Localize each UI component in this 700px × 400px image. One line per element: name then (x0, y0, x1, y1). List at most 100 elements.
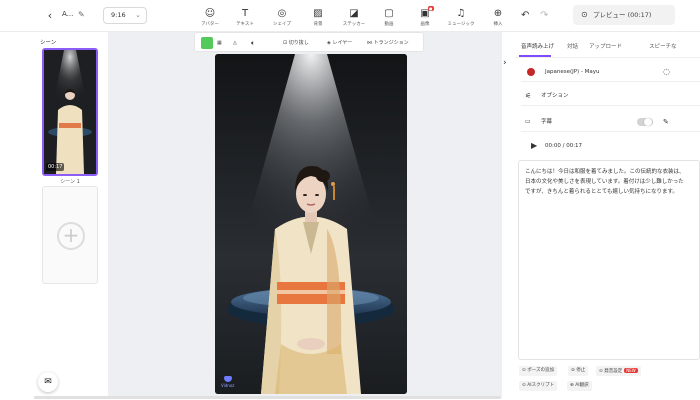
tool-text[interactable]: T テキスト (228, 8, 262, 27)
tab-dialogue[interactable]: 対話 (567, 42, 578, 50)
add-scene-button[interactable]: + (42, 186, 98, 284)
scene-label: シーン 1 (60, 179, 80, 185)
options-label: オプション (541, 93, 569, 99)
tool-label: ステッカー (342, 22, 366, 27)
tab-upload[interactable]: アップロード (589, 42, 622, 50)
pattern-icon[interactable]: ▦ (217, 33, 222, 53)
more-icon[interactable]: ◌ (663, 62, 670, 82)
new-badge: NEW (624, 368, 638, 373)
canvas-toolbar: ▦ ◬ 🔈︎ ⊡ 切り抜し ◈ レイヤー ⋈ トランジション (194, 32, 424, 52)
layer-label: レイヤー (332, 40, 353, 46)
tool-label: テキスト (236, 22, 254, 27)
play-icon[interactable]: ▶ (531, 136, 537, 156)
audio-time: 00:00 / 00:17 (545, 143, 583, 149)
stop-button[interactable]: ⊘ 停止 (568, 366, 589, 376)
voice-name: Japanese(JP) - Mayu (545, 69, 600, 75)
video-icon: ▢ (384, 8, 394, 19)
aspect-ratio-select[interactable]: 9:16 ⌄ (103, 7, 147, 24)
insert-icon: ⊕ (493, 8, 503, 19)
tool-insert[interactable]: ⊕ 挿入 (481, 8, 515, 27)
crop-label: 切り抜し (288, 40, 309, 46)
subtitles-label: 字幕 (541, 119, 553, 125)
transition-label: トランジション (373, 40, 409, 46)
collapse-panel-icon[interactable]: › (503, 58, 507, 68)
stop-label: 停止 (576, 368, 586, 373)
voice-tabs: 音声読み上げ 対話 アップロード スピーチな (515, 38, 700, 58)
horizontal-scrollbar[interactable] (34, 396, 501, 399)
preview-button[interactable]: ⊙ プレビュー (00:17) (573, 5, 675, 25)
scene-duration: 00:17 (46, 163, 65, 171)
play-circle-icon: ⊙ (581, 10, 588, 19)
avatar-preview-image (215, 54, 407, 394)
layer-tool[interactable]: ◈ レイヤー (327, 33, 352, 53)
video-editor: ‹ A... ✎ 9:16 ⌄ ☺ アバター T テキスト ◎ シェイプ ▨ 背… (0, 0, 700, 400)
chevron-down-icon: ⌄ (135, 11, 141, 19)
active-tab-indicator (519, 55, 551, 57)
text-icon: T (241, 8, 249, 19)
music-icon: ♫ (456, 8, 466, 19)
tool-label: ミュージック (447, 22, 475, 27)
script-text: こんにちは！今日は和服を着てみました。この伝統的な衣装は、日本の文化や美しさを表… (525, 169, 685, 195)
watermark-text: Vidnoz (221, 383, 235, 388)
tool-label: 挿入 (493, 22, 503, 27)
tool-avatar[interactable]: ☺ アバター (193, 8, 227, 27)
japan-flag-icon (527, 68, 535, 76)
voice-select[interactable]: Japanese(JP) - Mayu ◌ (521, 62, 700, 82)
tool-shapes[interactable]: ◎ シェイプ (265, 8, 299, 27)
ai-translate-button[interactable]: ⊕ AI翻訳 (567, 381, 592, 391)
pronunciation-button[interactable]: ⊙ 発音設定 NEW (596, 366, 641, 376)
add-pause-label: ポーズの追加 (527, 368, 554, 373)
tool-background[interactable]: ▨ 背景 (301, 8, 335, 27)
scene-thumbnail-image (44, 50, 96, 174)
tool-music[interactable]: ♫ ミュージック (444, 8, 478, 27)
ai-script-label: AIスクリプト (527, 383, 555, 388)
project-title[interactable]: A... (62, 10, 73, 18)
tool-label: シェイプ (273, 22, 291, 27)
tool-label: アバター (201, 22, 219, 27)
sliders-icon: ⚟ (525, 92, 532, 100)
tool-label: 背景 (313, 22, 323, 27)
tool-image[interactable]: ▣ ● 画像 (408, 6, 442, 27)
scenes-panel: シーン 00:17 シーン 1 + (34, 32, 106, 400)
magic-icon[interactable]: ✎ (663, 112, 669, 132)
audio-player: ▶ 00:00 / 00:17 (521, 136, 700, 156)
tool-label: 動画 (384, 22, 394, 27)
color-swatch[interactable] (201, 37, 213, 49)
tool-sticker[interactable]: ◪ ステッカー (337, 8, 371, 27)
subtitles-row: ▭ 字幕 ✎ (521, 112, 700, 132)
options-row[interactable]: ⚟ オプション (521, 86, 700, 106)
subtitles-toggle[interactable] (637, 118, 653, 126)
background-icon: ▨ (313, 8, 323, 19)
scenes-title: シーン (40, 40, 57, 46)
sticker-icon: ◪ (349, 8, 359, 19)
tab-text-to-speech[interactable]: 音声読み上げ (521, 42, 554, 50)
crop-tool[interactable]: ⊡ 切り抜し (283, 33, 309, 53)
undo-icon[interactable]: ↶ (521, 10, 529, 21)
edit-title-icon[interactable]: ✎ (78, 10, 85, 19)
pronunciation-label: 発音設定 (604, 369, 623, 374)
redo-icon[interactable]: ↷ (540, 10, 548, 21)
tool-label: 画像 (420, 22, 430, 27)
plus-icon: + (57, 222, 85, 250)
script-textarea[interactable]: こんにちは！今日は和服を着てみました。この伝統的な衣装は、日本の文化や美しさを表… (518, 160, 700, 360)
ai-script-button[interactable]: ⊙ AIスクリプト (519, 381, 558, 391)
notification-badge: ● (428, 6, 434, 11)
transition-tool[interactable]: ⋈ トランジション (367, 33, 409, 53)
shapes-icon: ◎ (277, 8, 287, 19)
aspect-ratio-value: 9:16 (111, 11, 126, 19)
video-stage[interactable]: Vidnoz (215, 54, 407, 394)
tool-video[interactable]: ▢ 動画 (372, 8, 406, 27)
image-icon: ▣ (420, 8, 430, 19)
volume-icon[interactable]: 🔈︎ (251, 33, 255, 53)
add-pause-button[interactable]: ⊙ ポーズの追加 (519, 366, 557, 376)
toggle-knob (644, 118, 652, 126)
ai-translate-label: AI翻訳 (575, 383, 589, 388)
scene-thumbnail[interactable]: 00:17 (42, 48, 98, 176)
subtitle-icon: ▭ (525, 118, 531, 125)
back-icon[interactable]: ‹ (44, 10, 56, 22)
chat-icon[interactable]: ✉ (38, 372, 58, 392)
tab-speech[interactable]: スピーチな (649, 42, 677, 50)
preview-label: プレビュー (00:17) (593, 11, 652, 19)
watermark-logo: Vidnoz (221, 376, 234, 388)
tint-icon[interactable]: ◬ (233, 33, 237, 53)
